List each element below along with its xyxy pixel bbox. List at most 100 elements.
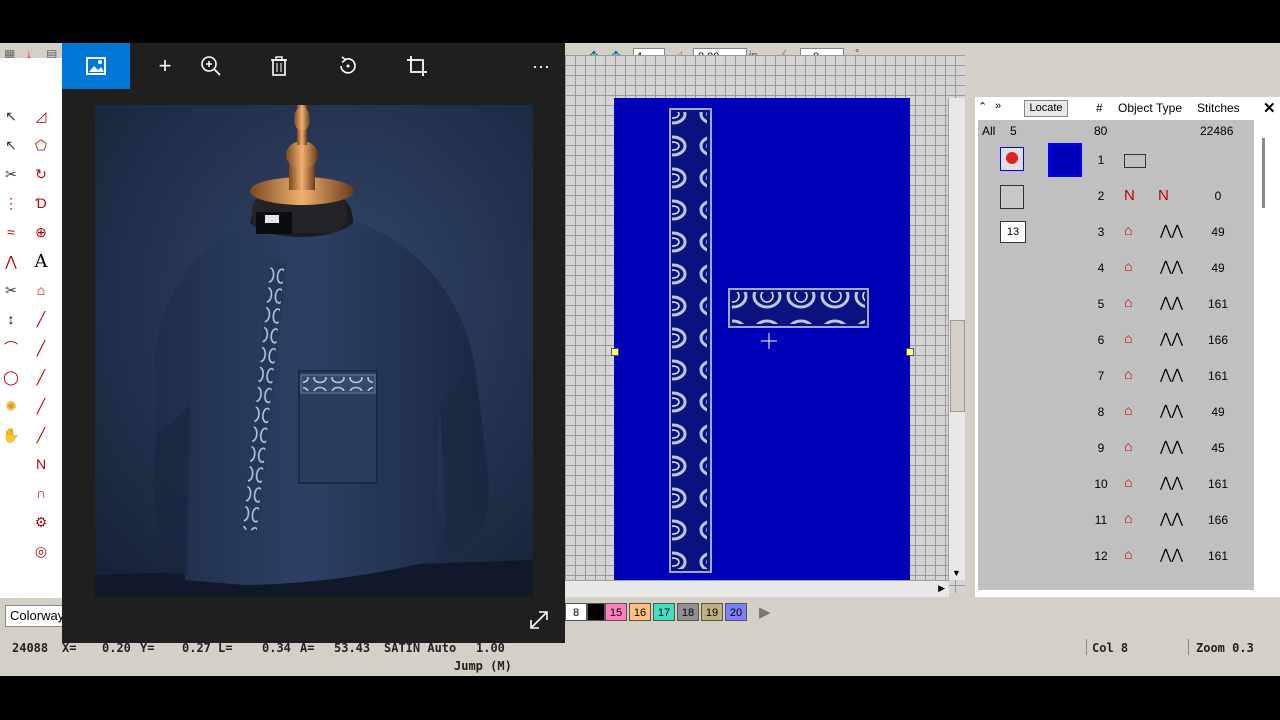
- text-tool-icon[interactable]: A: [30, 250, 52, 272]
- line-icon[interactable]: ╱: [30, 308, 52, 330]
- bridge-icon[interactable]: ∩: [30, 482, 52, 504]
- object-row[interactable]: 10 ⌂ ⋀⋀ 161: [978, 466, 1254, 502]
- select-arrow-icon[interactable]: ↖: [0, 105, 22, 127]
- embroidery-design: [669, 108, 869, 573]
- add-icon[interactable]: +: [142, 43, 188, 89]
- point-select-icon[interactable]: ↖: [0, 134, 22, 156]
- object-row[interactable]: 9 ⌂ ⋀⋀ 45: [978, 430, 1254, 466]
- object-number: 9: [1097, 441, 1105, 455]
- satin-object-icon: ⌂: [1124, 474, 1133, 490]
- status-column: Col 8: [1092, 641, 1129, 655]
- zigzag-icon[interactable]: ⋀: [0, 250, 22, 272]
- object-number: 2: [1097, 189, 1105, 203]
- gear-icon[interactable]: ⚙: [30, 511, 52, 533]
- close-panel-icon[interactable]: ✕: [1263, 99, 1276, 117]
- zoom-icon[interactable]: [188, 43, 234, 89]
- rotate-icon[interactable]: [325, 43, 371, 89]
- object-row[interactable]: 13 3 ⌂ ⋀⋀ 49: [978, 214, 1254, 250]
- object-row[interactable]: 2 N N 0: [978, 178, 1254, 214]
- sparkle-icon[interactable]: ✺: [0, 395, 22, 417]
- stop-hand-icon[interactable]: ✋: [0, 424, 22, 446]
- color-bar-next-icon[interactable]: ▶: [759, 603, 771, 621]
- thread-swatch[interactable]: 8: [565, 603, 587, 621]
- object-row[interactable]: 12 ⌂ ⋀⋀ 161: [978, 538, 1254, 574]
- column-header-type[interactable]: Type: [1156, 101, 1182, 115]
- locate-button[interactable]: Locate: [1024, 100, 1068, 117]
- satin-type-icon: ⋀⋀: [1160, 258, 1183, 274]
- globe-icon[interactable]: ⊕: [30, 221, 52, 243]
- collapse-all-icon[interactable]: ⌃: [978, 100, 987, 113]
- thread-swatch[interactable]: 18: [677, 603, 699, 621]
- crop-icon[interactable]: [394, 43, 440, 89]
- satin-object-icon: ⌂: [1124, 510, 1133, 526]
- wave-icon[interactable]: ≈: [0, 221, 22, 243]
- satin-object-icon: ⌂: [1124, 438, 1133, 454]
- object-number: 10: [1094, 477, 1108, 491]
- summary-stitches: 22486: [1200, 124, 1234, 138]
- run-icon[interactable]: ↕: [0, 308, 22, 330]
- summary-all: All: [982, 124, 996, 138]
- status-a-value: 53.43: [334, 641, 371, 655]
- expand-all-icon[interactable]: »: [995, 100, 1001, 112]
- node-icon[interactable]: N: [30, 453, 52, 475]
- thread-swatch[interactable]: [587, 603, 605, 621]
- colorway-field[interactable]: Colorway: [5, 605, 65, 627]
- object-stitches: 166: [1207, 333, 1229, 347]
- object-row[interactable]: 6 ⌂ ⋀⋀ 166: [978, 322, 1254, 358]
- run-type-icon: N: [1158, 187, 1169, 204]
- letter-d-icon[interactable]: Ɗ: [30, 192, 52, 214]
- steps-icon[interactable]: ╱: [30, 424, 52, 446]
- object-row[interactable]: 11 ⌂ ⋀⋀ 166: [978, 502, 1254, 538]
- object-stitches: 45: [1211, 441, 1225, 455]
- thread-swatch[interactable]: 16: [629, 603, 651, 621]
- column-header-object[interactable]: Object: [1118, 101, 1153, 115]
- object-row[interactable]: 7 ⌂ ⋀⋀ 161: [978, 358, 1254, 394]
- object-row[interactable]: 4 ⌂ ⋀⋀ 49: [978, 250, 1254, 286]
- satin-type-icon: ⋀⋀: [1160, 402, 1183, 418]
- satin-type-icon: ⋀⋀: [1160, 222, 1183, 238]
- thread-swatch[interactable]: 17: [653, 603, 675, 621]
- thread-swatch[interactable]: 20: [725, 603, 747, 621]
- ring-icon[interactable]: ◯: [0, 366, 22, 388]
- cut-icon[interactable]: ✂: [0, 279, 22, 301]
- shape-tool-icon[interactable]: ◿: [30, 105, 52, 127]
- thread-swatch[interactable]: 15: [605, 603, 627, 621]
- status-command: Jump (M): [454, 659, 512, 673]
- status-x-value: 0.20: [102, 641, 131, 655]
- object-row[interactable]: 8 ⌂ ⋀⋀ 49: [978, 394, 1254, 430]
- arch-icon[interactable]: ⌒: [0, 337, 22, 359]
- canvas-horizontal-scrollbar[interactable]: ▶: [565, 580, 949, 597]
- resize-handle-left[interactable]: [611, 348, 619, 356]
- expand-icon[interactable]: [528, 609, 552, 633]
- polygon-icon[interactable]: ⬠: [30, 134, 52, 156]
- object-row[interactable]: 5 ⌂ ⋀⋀ 161: [978, 286, 1254, 322]
- more-icon[interactable]: ···: [518, 43, 564, 89]
- object-number: 3: [1097, 225, 1105, 239]
- object-list-scrollbar[interactable]: [1256, 120, 1276, 590]
- diagonal-run-icon[interactable]: ╱: [30, 366, 52, 388]
- delete-icon[interactable]: [256, 43, 302, 89]
- status-l-label: L=: [218, 641, 233, 655]
- satin-object-icon: ⌂: [1124, 294, 1133, 310]
- scissors-icon[interactable]: ✂: [0, 163, 22, 185]
- object-stitches: 49: [1211, 225, 1225, 239]
- object-stitches: 161: [1207, 297, 1229, 311]
- satin-type-icon: ⋀⋀: [1160, 366, 1183, 382]
- thread-swatch[interactable]: 19: [701, 603, 723, 621]
- fill-icon[interactable]: ⌂: [30, 279, 52, 301]
- slope-icon[interactable]: ╱: [30, 395, 52, 417]
- diagonal-stitch-icon[interactable]: ╱: [30, 337, 52, 359]
- run-object-icon: N: [1124, 187, 1135, 204]
- image-icon[interactable]: [62, 43, 130, 89]
- circle-arrow-icon[interactable]: ↻: [30, 163, 52, 185]
- column-header-number[interactable]: #: [1096, 101, 1103, 115]
- column-header-stitches[interactable]: Stitches: [1197, 101, 1240, 115]
- resize-handle-right[interactable]: [906, 348, 914, 356]
- design-hoop-area[interactable]: [614, 98, 910, 580]
- stitch-icon[interactable]: ⋮: [0, 192, 22, 214]
- object-row[interactable]: 1: [978, 142, 1254, 178]
- target-icon[interactable]: ◎: [30, 540, 52, 562]
- object-number: 4: [1097, 261, 1105, 275]
- satin-type-icon: ⋀⋀: [1160, 546, 1183, 562]
- canvas-vertical-scrollbar[interactable]: ▼: [948, 98, 965, 580]
